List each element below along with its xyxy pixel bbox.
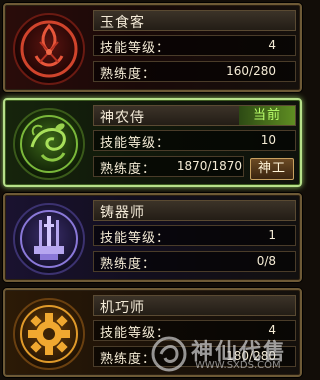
- skill-exp-row: 熟练度： 180/280: [93, 346, 296, 367]
- skill-exp-value: 160/280: [226, 64, 276, 78]
- skill-exp-row: 熟练度： 1870/1870: [93, 156, 244, 177]
- shengong-button[interactable]: 神工: [250, 158, 294, 180]
- skill-exp-value: 1870/1870: [176, 159, 242, 173]
- skill-level-value: 1: [268, 228, 276, 242]
- skill-name: 铸器师: [100, 205, 145, 221]
- skill-name: 玉食客: [100, 15, 145, 31]
- skill-exp-label: 熟练度：: [100, 352, 157, 367]
- fish-flame-emblem-icon: [12, 12, 86, 86]
- skill-exp-row: 熟练度： 0/8: [93, 251, 296, 272]
- skill-level-value: 4: [268, 38, 276, 52]
- skill-level-label: 技能等级：: [100, 231, 171, 246]
- green-vine-emblem-icon: [12, 107, 86, 181]
- skill-level-row: 技能等级： 4: [93, 320, 296, 341]
- skill-panel-shennongshi[interactable]: 神农侍 当前 技能等级： 10 熟练度： 1870/1870 神工: [3, 98, 302, 187]
- skill-name: 神农侍: [100, 110, 145, 126]
- skill-title-bar: 机巧师: [93, 295, 296, 316]
- skill-title-bar: 玉食客: [93, 10, 296, 31]
- skill-title-bar: 铸器师: [93, 200, 296, 221]
- skill-exp-value: 180/280: [226, 349, 276, 363]
- skill-exp-row: 熟练度： 160/280: [93, 61, 296, 82]
- skill-exp-label: 熟练度：: [100, 162, 157, 177]
- skill-level-value: 10: [260, 133, 276, 147]
- skill-level-label: 技能等级：: [100, 136, 171, 151]
- skill-level-label: 技能等级：: [100, 326, 171, 341]
- skill-panel-zhuqishi[interactable]: 铸器师 技能等级： 1 熟练度： 0/8: [3, 193, 302, 282]
- skill-level-row: 技能等级： 4: [93, 35, 296, 56]
- current-badge: 当前: [239, 106, 295, 125]
- skill-level-value: 4: [268, 323, 276, 337]
- skill-level-row: 技能等级： 1: [93, 225, 296, 246]
- skill-exp-label: 熟练度：: [100, 67, 157, 82]
- skill-exp-value: 0/8: [256, 254, 276, 268]
- skill-panel-jiqiaoshi[interactable]: 机巧师 技能等级： 4 熟练度： 180/280: [3, 288, 302, 377]
- skill-panel-yushike[interactable]: 玉食客 技能等级： 4 熟练度： 160/280: [3, 3, 302, 92]
- anvil-swords-emblem-icon: [12, 202, 86, 276]
- skill-level-label: 技能等级：: [100, 41, 171, 56]
- skill-title-bar: 神农侍 当前: [93, 105, 296, 126]
- gear-emblem-icon: [12, 297, 86, 371]
- skill-exp-label: 熟练度：: [100, 257, 157, 272]
- skill-name: 机巧师: [100, 300, 145, 316]
- skill-level-row: 技能等级： 10: [93, 130, 296, 151]
